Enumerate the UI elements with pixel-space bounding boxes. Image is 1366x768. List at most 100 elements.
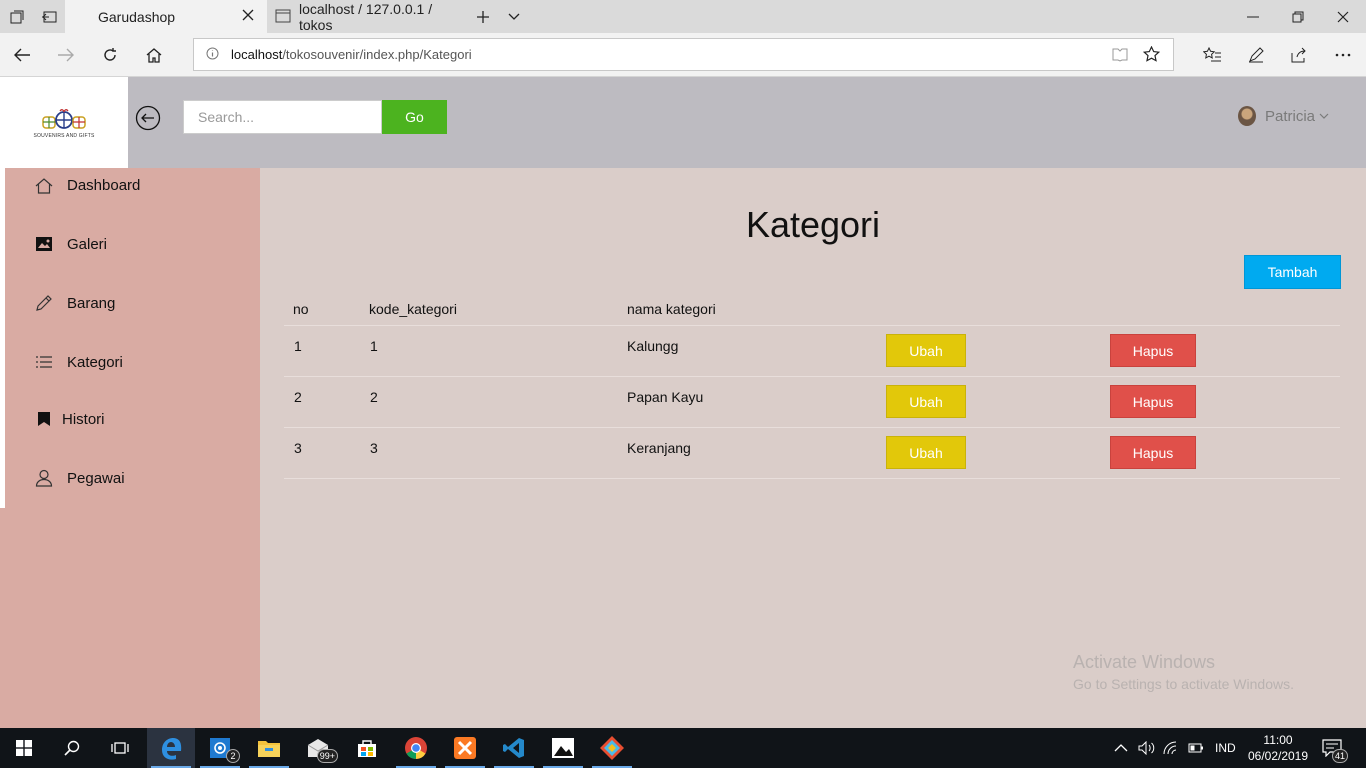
action-center-icon[interactable]: 41 bbox=[1322, 728, 1349, 768]
window-close-icon[interactable] bbox=[1320, 0, 1366, 33]
sidebar-item-label: Dashboard bbox=[67, 176, 141, 194]
sidebar-item-histori[interactable]: Histori bbox=[5, 399, 260, 439]
favorites-hub-icon[interactable] bbox=[1190, 33, 1234, 77]
cell-nama: Kalungg bbox=[627, 338, 679, 354]
url-text: localhost/tokosouvenir/index.php/Kategor… bbox=[231, 47, 472, 62]
volume-icon[interactable] bbox=[1138, 728, 1156, 768]
main-content: Kategori Tambah no kode_kategori nama ka… bbox=[260, 168, 1366, 728]
taskbar: 2 99+ IND 11:00 06/02/2019 41 bbox=[0, 728, 1366, 768]
back-circle-icon[interactable] bbox=[135, 105, 161, 131]
sidebar-item-pegawai[interactable]: Pegawai bbox=[5, 458, 260, 498]
reading-view-icon[interactable] bbox=[1112, 47, 1128, 65]
share-icon[interactable] bbox=[1277, 33, 1321, 77]
store-mail-icon[interactable]: 99+ bbox=[294, 728, 342, 768]
delete-button[interactable]: Hapus bbox=[1110, 436, 1196, 469]
browser-toolbar: localhost/tokosouvenir/index.php/Kategor… bbox=[0, 33, 1366, 77]
home-icon[interactable] bbox=[132, 33, 176, 77]
sidebar-item-label: Histori bbox=[62, 410, 105, 428]
file-explorer-icon[interactable] bbox=[245, 728, 293, 768]
xampp-icon[interactable] bbox=[441, 728, 489, 768]
activation-watermark: Activate Windows Go to Settings to activ… bbox=[1073, 652, 1294, 692]
cell-kode: 1 bbox=[370, 338, 378, 354]
cell-kode: 2 bbox=[370, 389, 378, 405]
battery-icon[interactable] bbox=[1188, 728, 1204, 768]
cell-no: 2 bbox=[294, 389, 302, 405]
column-header-nama: nama kategori bbox=[627, 301, 716, 317]
notification-badge: 41 bbox=[1332, 749, 1349, 763]
cell-nama: Papan Kayu bbox=[627, 389, 704, 405]
sidebar-item-label: Galeri bbox=[67, 235, 108, 253]
sidebar-item-dashboard[interactable]: Dashboard bbox=[5, 165, 260, 205]
task-view-icon[interactable] bbox=[96, 728, 144, 768]
gift-logo-icon bbox=[42, 108, 86, 129]
new-tab-icon[interactable] bbox=[468, 0, 498, 33]
tab-preview-icon[interactable] bbox=[33, 0, 65, 33]
kategori-table: no kode_kategori nama kategori 1 1 Kalun… bbox=[284, 290, 1340, 479]
sidebar-item-label: Pegawai bbox=[67, 469, 125, 487]
tab-garudashop[interactable]: Garudashop bbox=[65, 0, 267, 33]
image-icon bbox=[34, 234, 54, 254]
pencil-icon bbox=[34, 293, 54, 313]
search-input[interactable] bbox=[183, 100, 382, 134]
minimize-icon[interactable] bbox=[1230, 0, 1275, 33]
sidebar-item-barang[interactable]: Barang bbox=[5, 283, 260, 323]
address-bar[interactable]: localhost/tokosouvenir/index.php/Kategor… bbox=[193, 38, 1174, 71]
go-button[interactable]: Go bbox=[382, 100, 447, 134]
store-badge: 99+ bbox=[316, 749, 338, 763]
tab-list-chevron-icon[interactable] bbox=[500, 0, 528, 33]
edge-browser-icon[interactable] bbox=[147, 728, 195, 768]
delete-button[interactable]: Hapus bbox=[1110, 385, 1196, 418]
table-row: 2 2 Papan Kayu Ubah Hapus bbox=[284, 377, 1340, 428]
refresh-icon[interactable] bbox=[88, 33, 132, 77]
sidebar-item-label: Barang bbox=[67, 294, 116, 312]
tab-set-aside-icon[interactable] bbox=[0, 0, 33, 33]
close-tab-icon[interactable] bbox=[241, 8, 255, 25]
forward-arrow-icon[interactable] bbox=[44, 33, 88, 77]
user-menu[interactable]: Patricia bbox=[1238, 106, 1329, 126]
edit-button[interactable]: Ubah bbox=[886, 436, 966, 469]
chevron-down-icon bbox=[1319, 110, 1329, 122]
table-row: 3 3 Keranjang Ubah Hapus bbox=[284, 428, 1340, 479]
column-header-kode: kode_kategori bbox=[369, 301, 457, 317]
sidebar-edge bbox=[0, 168, 5, 508]
back-arrow-icon[interactable] bbox=[0, 33, 44, 77]
page-icon bbox=[275, 9, 291, 26]
add-button[interactable]: Tambah bbox=[1244, 255, 1341, 289]
more-options-icon[interactable] bbox=[1321, 33, 1365, 77]
microsoft-store-icon[interactable] bbox=[343, 728, 391, 768]
bookmark-icon bbox=[34, 409, 54, 429]
logo[interactable]: SOUVENIRS AND GIFTS bbox=[0, 77, 128, 168]
pen-notes-icon[interactable] bbox=[1234, 33, 1278, 77]
git-app-icon[interactable] bbox=[588, 728, 636, 768]
tab-phpmyadmin[interactable]: localhost / 127.0.0.1 / tokos bbox=[268, 0, 466, 33]
delete-button[interactable]: Hapus bbox=[1110, 334, 1196, 367]
wifi-icon[interactable] bbox=[1163, 728, 1181, 768]
sidebar-item-galeri[interactable]: Galeri bbox=[5, 224, 260, 264]
cell-no: 1 bbox=[294, 338, 302, 354]
language-indicator[interactable]: IND bbox=[1215, 728, 1236, 768]
browser-tab-bar: Garudashop localhost / 127.0.0.1 / tokos bbox=[0, 0, 1366, 33]
vscode-icon[interactable] bbox=[490, 728, 538, 768]
clock[interactable]: 11:00 06/02/2019 bbox=[1246, 732, 1310, 764]
chrome-icon[interactable] bbox=[392, 728, 440, 768]
list-icon bbox=[34, 352, 54, 372]
sidebar-item-label: Kategori bbox=[67, 353, 123, 371]
edit-button[interactable]: Ubah bbox=[886, 334, 966, 367]
photos-icon[interactable] bbox=[539, 728, 587, 768]
show-hidden-icons-chevron-icon[interactable] bbox=[1114, 728, 1128, 768]
restore-icon[interactable] bbox=[1275, 0, 1320, 33]
tab-title: Garudashop bbox=[98, 8, 176, 25]
logo-text: SOUVENIRS AND GIFTS bbox=[33, 132, 95, 139]
clock-time: 11:00 bbox=[1263, 733, 1293, 747]
search-icon[interactable] bbox=[48, 728, 96, 768]
page-title: Kategori bbox=[745, 204, 881, 245]
edit-button[interactable]: Ubah bbox=[886, 385, 966, 418]
favorite-star-icon[interactable] bbox=[1142, 45, 1161, 66]
sidebar-item-kategori[interactable]: Kategori bbox=[5, 342, 260, 382]
mail-app-icon[interactable]: 2 bbox=[196, 728, 244, 768]
table-row: 1 1 Kalungg Ubah Hapus bbox=[284, 326, 1340, 377]
info-icon[interactable] bbox=[206, 47, 219, 63]
windows-start-icon[interactable] bbox=[0, 728, 48, 768]
home-icon bbox=[34, 175, 54, 195]
tab-title: localhost / 127.0.0.1 / tokos bbox=[299, 0, 433, 33]
